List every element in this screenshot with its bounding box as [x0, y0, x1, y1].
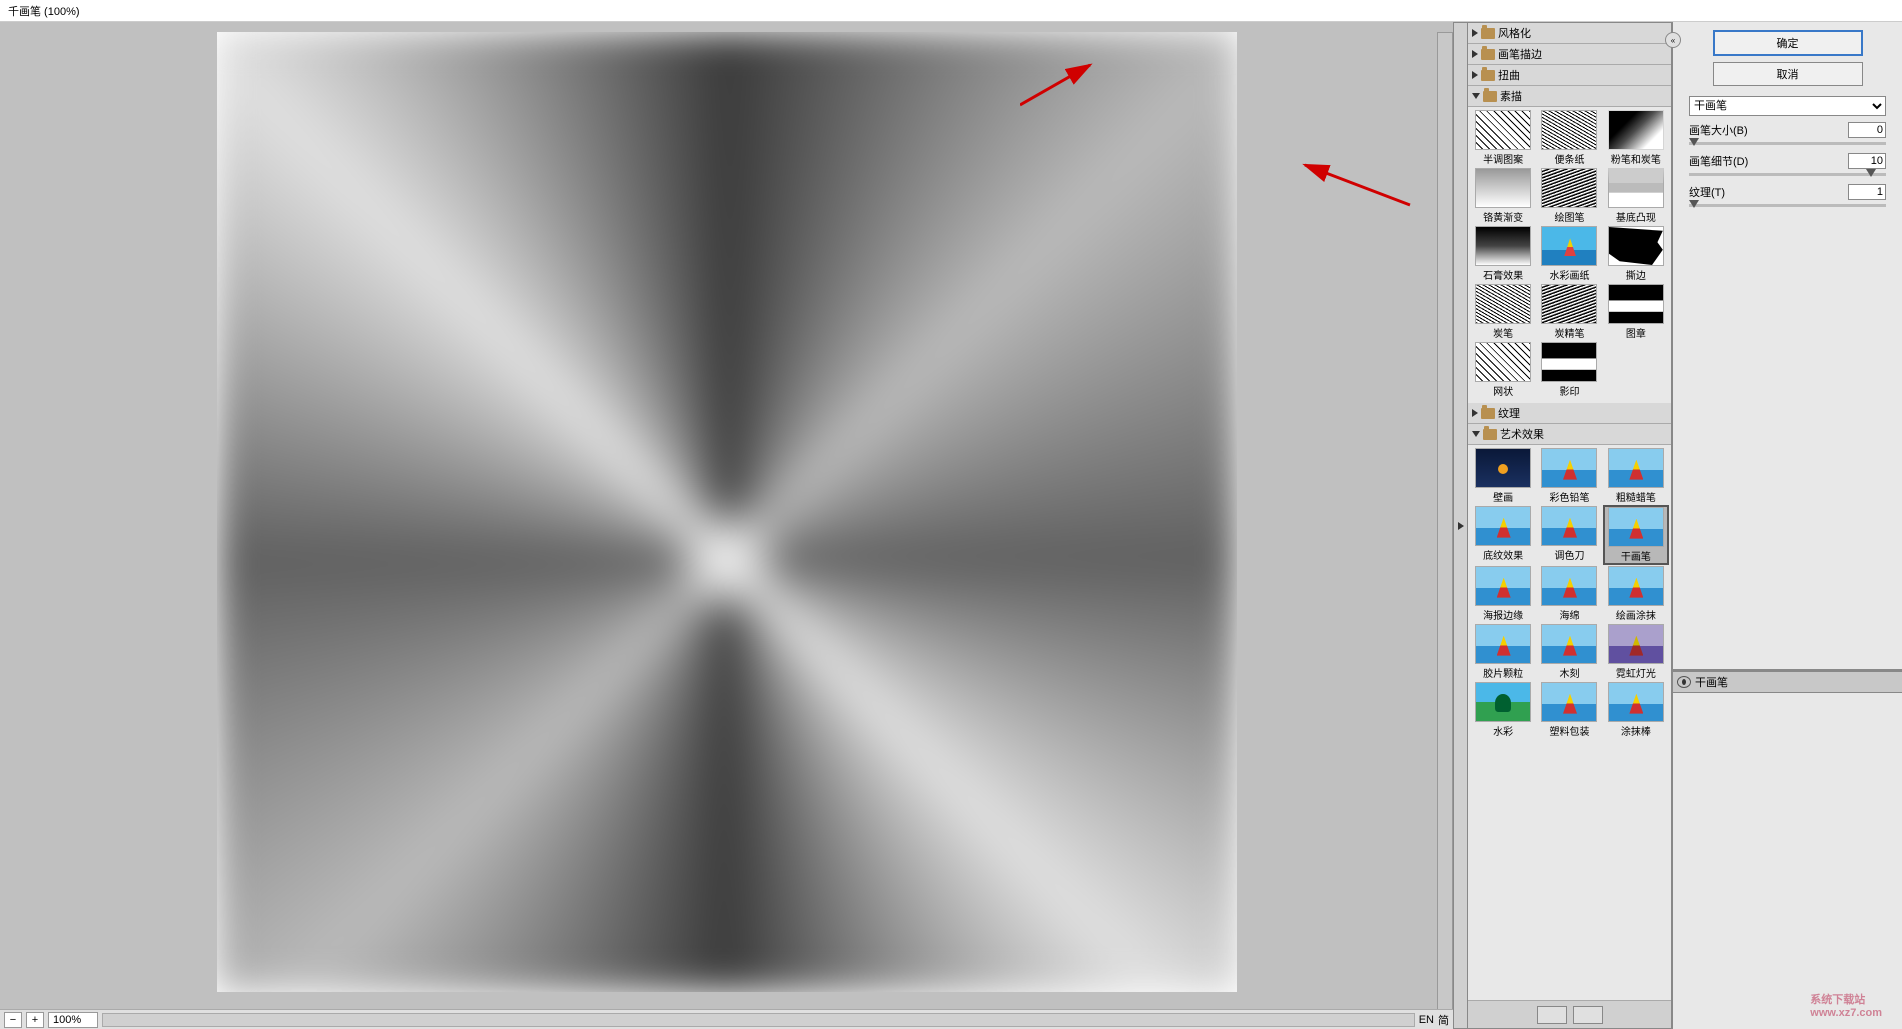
filter-thumb-sponge[interactable]: 海绵 [1536, 565, 1602, 623]
param-texture-slider[interactable] [1689, 204, 1886, 207]
ime-indicator: EN [1419, 1014, 1434, 1026]
chevron-right-icon [1458, 522, 1464, 530]
filter-thumb-palette-knife[interactable]: 调色刀 [1536, 505, 1602, 565]
cancel-button[interactable]: 取消 [1713, 62, 1863, 86]
folder-icon [1483, 91, 1497, 102]
chevron-double-icon: « [1671, 36, 1675, 45]
gallery-footer-btn-1[interactable] [1537, 1006, 1567, 1024]
filter-thumb-paint-daubs[interactable]: 绘画涂抹 [1603, 565, 1669, 623]
category-distort[interactable]: 扭曲 [1468, 65, 1671, 86]
folder-icon [1483, 429, 1497, 440]
param-brush-detail-label: 画笔细节(D) [1689, 153, 1842, 169]
filter-thumb-torn-edges[interactable]: 撕边 [1603, 225, 1669, 283]
window-title: 千画笔 (100%) [8, 6, 80, 18]
filter-thumb-stamp[interactable]: 图章 [1603, 283, 1669, 341]
effect-layer-row[interactable]: 干画笔 [1673, 672, 1902, 693]
folder-icon [1481, 408, 1495, 419]
category-sketch[interactable]: 素描 [1468, 86, 1671, 107]
category-artistic[interactable]: 艺术效果 [1468, 424, 1671, 445]
title-bar: 千画笔 (100%) [0, 0, 1902, 22]
filter-thumb-notepaper[interactable]: 便条纸 [1536, 109, 1602, 167]
status-bar: − + 100% EN 简 [0, 1009, 1453, 1029]
param-brush-size-slider[interactable] [1689, 142, 1886, 145]
filter-thumb-colored-pencil[interactable]: 彩色铅笔 [1536, 447, 1602, 505]
preview-vscroll[interactable] [1437, 32, 1453, 1019]
category-label: 纹理 [1498, 405, 1520, 421]
category-stylize[interactable]: 风格化 [1468, 23, 1671, 44]
chevron-right-icon [1472, 50, 1478, 58]
sketch-thumbs: 半调图案 便条纸 粉笔和炭笔 铬黄渐变 绘图笔 基底凸现 石膏效果 水彩画纸 撕… [1468, 107, 1671, 403]
watermark: 系统下载站 www.xz7.com [1810, 991, 1882, 1019]
preview-image [217, 32, 1237, 992]
artistic-thumbs: 壁画 彩色铅笔 粗糙蜡笔 底纹效果 调色刀 干画笔 海报边缘 海绵 绘画涂抹 胶… [1468, 445, 1671, 743]
filter-thumb-water-paper[interactable]: 水彩画纸 [1536, 225, 1602, 283]
chevron-right-icon [1472, 29, 1478, 37]
chevron-right-icon [1472, 409, 1478, 417]
filter-thumb-rough-pastels[interactable]: 粗糙蜡笔 [1603, 447, 1669, 505]
category-brush-strokes[interactable]: 画笔描边 [1468, 44, 1671, 65]
filter-thumb-underpainting[interactable]: 底纹效果 [1470, 505, 1536, 565]
filter-thumb-chalk[interactable]: 粉笔和炭笔 [1603, 109, 1669, 167]
filter-thumb-watercolor[interactable]: 水彩 [1470, 681, 1536, 739]
lang-indicator: 简 [1438, 1012, 1449, 1028]
settings-panel: « 确定 取消 干画笔 画笔大小(B) 画笔细节(D) 纹理(T) [1672, 22, 1902, 1029]
filter-thumb-cutout[interactable]: 木刻 [1536, 623, 1602, 681]
canvas[interactable] [217, 32, 1237, 992]
preview-area: − + 100% EN 简 [0, 22, 1453, 1029]
filter-thumb-film-grain[interactable]: 胶片颗粒 [1470, 623, 1536, 681]
param-texture-input[interactable] [1848, 184, 1886, 200]
filter-thumb-conte[interactable]: 炭精笔 [1536, 283, 1602, 341]
zoom-in-button[interactable]: + [26, 1012, 44, 1028]
filter-thumb-photocopy[interactable]: 影印 [1536, 341, 1602, 399]
gallery-footer [1468, 1000, 1671, 1028]
gallery-footer-btn-2[interactable] [1573, 1006, 1603, 1024]
category-label: 风格化 [1498, 25, 1531, 41]
effect-layer-name: 干画笔 [1695, 674, 1728, 690]
filter-thumb-bas-relief[interactable]: 基底凸现 [1603, 167, 1669, 225]
filter-thumb-fresco[interactable]: 壁画 [1470, 447, 1536, 505]
param-brush-size-input[interactable] [1848, 122, 1886, 138]
filter-thumb-smudge-stick[interactable]: 涂抹棒 [1603, 681, 1669, 739]
filter-thumb-halftone[interactable]: 半调图案 [1470, 109, 1536, 167]
category-label: 素描 [1500, 88, 1522, 104]
zoom-value[interactable]: 100% [48, 1012, 98, 1028]
ok-button[interactable]: 确定 [1713, 30, 1863, 56]
filter-gallery: 风格化 画笔描边 扭曲 素描 半调图案 便条纸 粉笔和炭笔 铬黄渐变 [1467, 22, 1672, 1029]
chevron-down-icon [1472, 93, 1480, 99]
category-label: 艺术效果 [1500, 426, 1544, 442]
filter-thumb-graphic-pen[interactable]: 绘图笔 [1536, 167, 1602, 225]
scroll-thumb[interactable] [1437, 32, 1453, 1019]
category-label: 画笔描边 [1498, 46, 1542, 62]
filter-thumb-dry-brush[interactable]: 干画笔 [1603, 505, 1669, 565]
folder-icon [1481, 28, 1495, 39]
filter-thumb-charcoal[interactable]: 炭笔 [1470, 283, 1536, 341]
filter-thumb-plastic-wrap[interactable]: 塑料包装 [1536, 681, 1602, 739]
category-label: 扭曲 [1498, 67, 1520, 83]
panel-collapse-button[interactable]: « [1665, 32, 1681, 48]
chevron-right-icon [1472, 71, 1478, 79]
param-brush-detail-input[interactable] [1848, 153, 1886, 169]
filter-thumb-plaster[interactable]: 石膏效果 [1470, 225, 1536, 283]
filter-thumb-reticulation[interactable]: 网状 [1470, 341, 1536, 399]
visibility-icon[interactable] [1677, 676, 1691, 688]
param-texture-label: 纹理(T) [1689, 184, 1842, 200]
folder-icon [1481, 49, 1495, 60]
param-brush-size-label: 画笔大小(B) [1689, 122, 1842, 138]
category-texture[interactable]: 纹理 [1468, 403, 1671, 424]
chevron-down-icon [1472, 431, 1480, 437]
filter-thumb-chrome[interactable]: 铬黄渐变 [1470, 167, 1536, 225]
zoom-out-button[interactable]: − [4, 1012, 22, 1028]
folder-icon [1481, 70, 1495, 81]
filter-thumb-neon-glow[interactable]: 霓虹灯光 [1603, 623, 1669, 681]
filter-select[interactable]: 干画笔 [1689, 96, 1886, 116]
effect-layers-panel: 干画笔 [1673, 669, 1902, 1029]
filter-thumb-poster-edges[interactable]: 海报边缘 [1470, 565, 1536, 623]
param-brush-detail-slider[interactable] [1689, 173, 1886, 176]
gallery-collapse-handle[interactable] [1453, 22, 1467, 1029]
status-hscroll[interactable] [102, 1013, 1415, 1027]
